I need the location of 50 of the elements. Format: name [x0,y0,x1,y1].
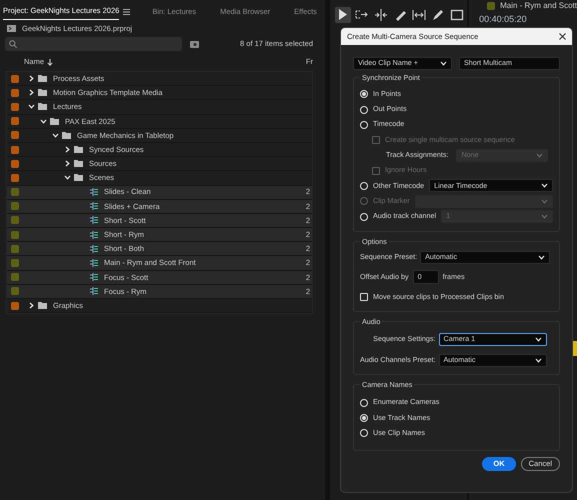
rectangle-tool-icon[interactable] [449,7,465,23]
clip-name: Main - Rym and Scott [500,2,577,10]
multicam-clip-icon [89,273,99,282]
project-file-icon [7,25,16,32]
radio-button[interactable] [360,212,368,221]
chevron-right-icon[interactable] [29,75,34,82]
multicam-clip-icon [89,244,99,253]
search-field[interactable] [5,37,182,51]
radio-button[interactable] [360,120,368,129]
chevron-right-icon[interactable] [65,160,70,168]
selection-tool-icon[interactable] [335,7,351,23]
folder-icon [38,302,47,310]
chevron-right-icon[interactable] [65,146,70,154]
multicam-clip-icon [89,188,99,196]
checkbox[interactable] [360,293,368,302]
chevron-down-icon [538,254,545,260]
chevron-down-icon [541,183,548,188]
search-icon [9,40,17,48]
chevron-down-icon [535,358,542,363]
clip-marker [573,341,577,356]
menu-icon[interactable] [123,9,130,15]
radio-button[interactable] [360,106,368,114]
timecode: 00:40:05:20 [479,15,528,24]
radio-button[interactable] [360,414,368,422]
chevron-down-icon [535,336,542,342]
pen-tool-icon[interactable] [430,7,446,23]
ripple-edit-tool-icon[interactable] [373,7,389,23]
chevron-right-icon[interactable] [29,302,34,310]
radio-button[interactable] [360,398,368,407]
chevron-down-icon [541,198,548,204]
close-icon[interactable] [559,33,566,40]
multicam-clip-icon [89,216,99,224]
sort-arrow-icon [47,58,54,66]
new-bin-icon[interactable] [190,40,199,48]
chevron-down-icon [440,61,447,66]
radio-button[interactable] [360,90,368,98]
chevron-down-icon[interactable] [40,118,47,124]
radio-button[interactable] [360,182,368,190]
multicam-clip-icon [89,230,99,239]
chevron-down-icon[interactable] [64,175,71,180]
slip-tool-icon[interactable] [411,7,427,23]
multicam-clip-icon [89,287,99,296]
multicam-clip-icon [89,259,99,268]
chevron-down-icon [541,214,548,220]
radio-button[interactable] [360,429,368,438]
chevron-down-icon [536,152,543,158]
chevron-down-icon[interactable] [28,104,35,110]
multicam-clip-icon [89,202,99,210]
chevron-down-icon[interactable] [52,132,59,138]
chevron-right-icon[interactable] [29,89,34,96]
